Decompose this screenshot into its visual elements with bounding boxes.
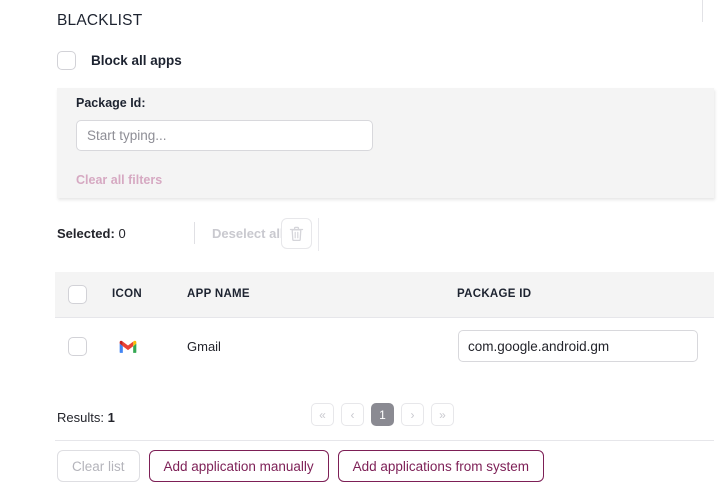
- clear-all-filters-link[interactable]: Clear all filters: [76, 173, 162, 187]
- top-divider: [702, 0, 703, 22]
- blacklist-page: BLACKLIST Block all apps Package Id: Cle…: [0, 0, 723, 503]
- gmail-icon: [119, 340, 137, 353]
- add-applications-from-system-button[interactable]: Add applications from system: [337, 450, 544, 482]
- select-all-checkbox-cell[interactable]: [68, 285, 87, 304]
- pagination-bar: Results: 1 « ‹ 1 › »: [55, 398, 714, 441]
- table-header-row: ICON APP NAME PACKAGE ID: [55, 272, 714, 318]
- package-id-input[interactable]: [458, 330, 698, 362]
- page-title: BLACKLIST: [57, 12, 143, 29]
- block-all-apps-checkbox[interactable]: [57, 51, 76, 70]
- column-header-icon: ICON: [112, 288, 142, 300]
- deselect-all-button[interactable]: Deselect all: [212, 226, 284, 241]
- block-all-apps-row[interactable]: Block all apps: [57, 51, 182, 70]
- selected-count: Selected: 0: [57, 226, 126, 241]
- package-id-filter-label: Package Id:: [76, 96, 146, 110]
- blacklist-table: ICON APP NAME PACKAGE ID Gmail com.googl…: [55, 272, 714, 374]
- selection-toolbar: Selected: 0 Deselect all: [55, 215, 714, 256]
- pagination-first-button[interactable]: «: [311, 403, 334, 426]
- block-all-apps-label: Block all apps: [91, 53, 182, 68]
- pagination-last-button[interactable]: »: [431, 403, 454, 426]
- pagination: « ‹ 1 › »: [311, 403, 454, 426]
- toolbar-divider-1: [194, 222, 195, 244]
- app-icon-cell: [118, 337, 138, 357]
- selected-count-label: Selected:: [57, 226, 115, 241]
- row-select-checkbox[interactable]: [68, 337, 87, 356]
- toolbar-divider-2: [318, 218, 319, 251]
- column-header-app-name: APP NAME: [187, 288, 250, 300]
- column-header-package-id: PACKAGE ID: [457, 288, 532, 300]
- results-count: Results: 1: [57, 410, 115, 425]
- pagination-next-button[interactable]: ›: [401, 403, 424, 426]
- row-select-checkbox-cell[interactable]: [68, 337, 87, 356]
- results-value: 1: [107, 410, 115, 425]
- select-all-checkbox[interactable]: [68, 285, 87, 304]
- clear-list-button[interactable]: Clear list: [57, 450, 140, 482]
- app-name-cell: Gmail: [187, 339, 221, 354]
- results-label: Results:: [57, 410, 104, 425]
- selected-count-value: 0: [118, 226, 126, 241]
- pagination-prev-button[interactable]: ‹: [341, 403, 364, 426]
- action-buttons: Clear list Add application manually Add …: [57, 450, 544, 482]
- table-row: Gmail: [55, 318, 714, 374]
- filter-panel: Package Id: Clear all filters: [57, 88, 714, 198]
- add-application-manually-button[interactable]: Add application manually: [148, 450, 329, 482]
- pagination-page-1[interactable]: 1: [371, 403, 394, 426]
- trash-icon: [289, 226, 304, 241]
- package-id-filter-input[interactable]: [76, 120, 373, 151]
- delete-selected-button[interactable]: [281, 218, 312, 249]
